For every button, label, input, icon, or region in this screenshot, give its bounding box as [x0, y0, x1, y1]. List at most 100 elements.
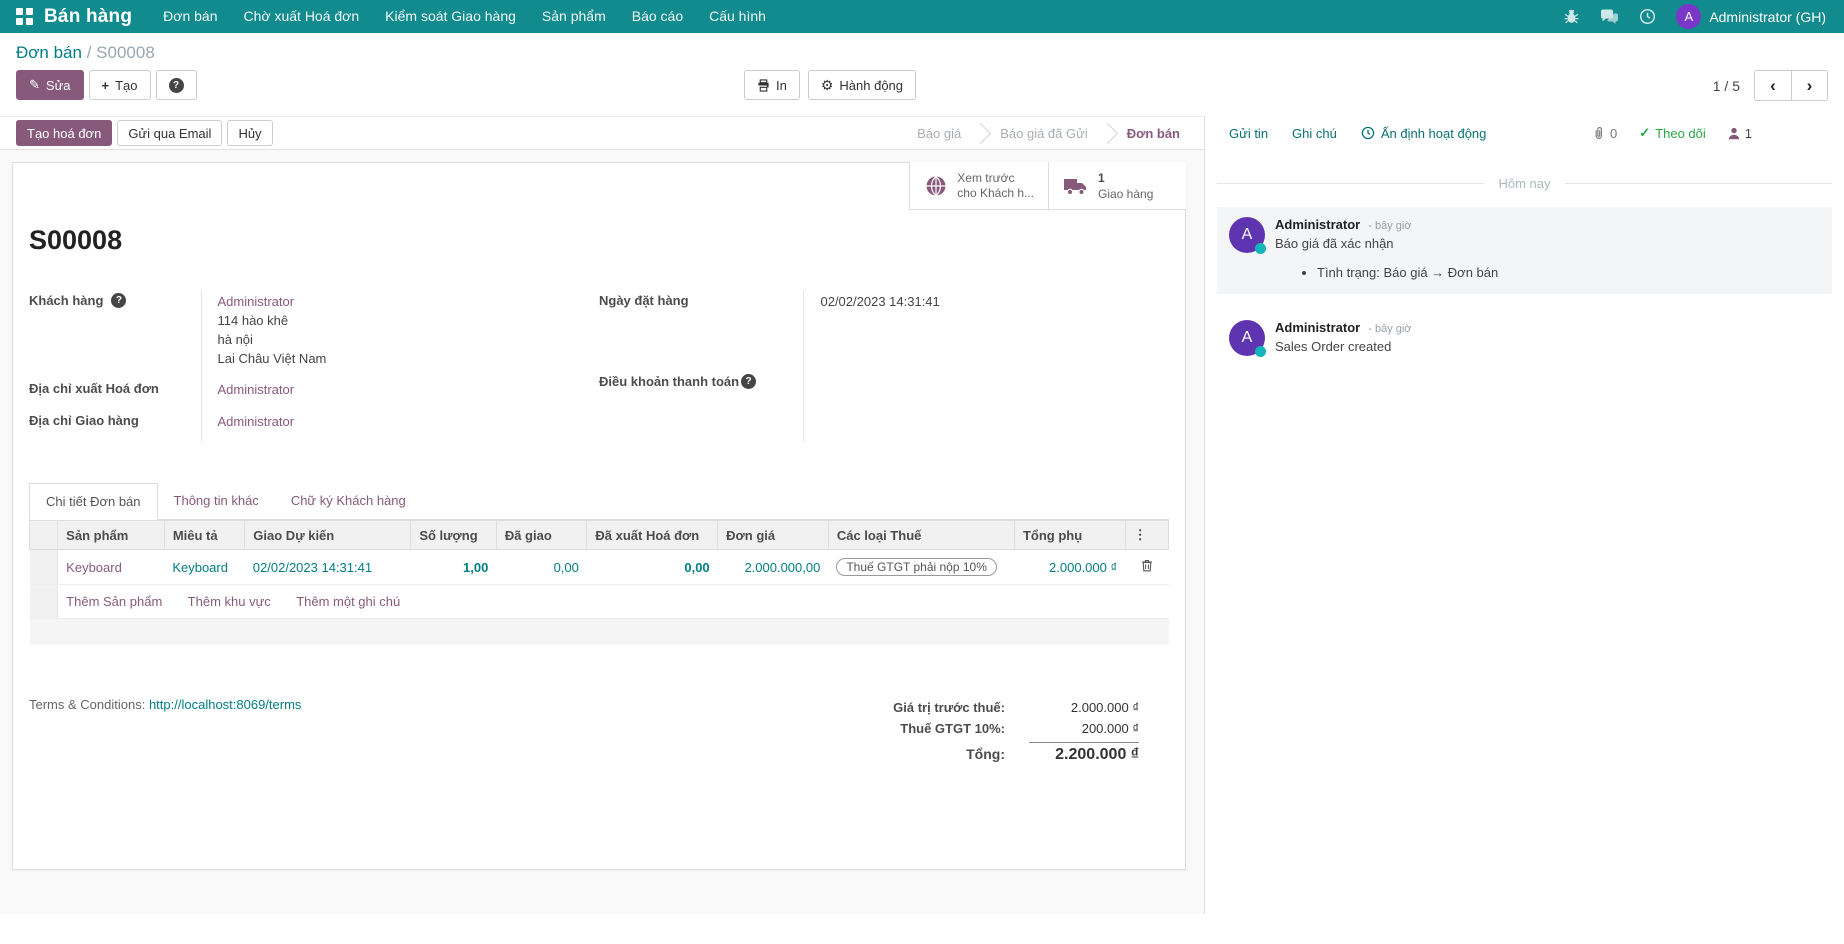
message-body: Sales Order created	[1275, 339, 1392, 354]
schedule-activity-button[interactable]: Ấn định hoạt động	[1361, 125, 1487, 141]
help-question-icon[interactable]: ?	[111, 293, 127, 308]
order-line-row[interactable]: Keyboard Keyboard 02/02/2023 14:31:41 1,…	[29, 549, 1169, 586]
col-header-subtotal[interactable]: Tổng phụ	[1014, 520, 1126, 551]
debug-bug-icon[interactable]	[1563, 8, 1580, 25]
attachments-button[interactable]: 0	[1592, 126, 1617, 141]
followers-button[interactable]: 1	[1728, 126, 1752, 141]
nav-item-san-pham[interactable]: Sản phẩm	[529, 0, 619, 33]
nav-item-don-ban[interactable]: Đơn bán	[150, 0, 230, 33]
delivery-smart-button[interactable]: 1 Giao hàng	[1048, 162, 1186, 210]
cell-description[interactable]: Keyboard	[164, 549, 245, 586]
stage-don-ban-active[interactable]: Đơn bán	[1111, 126, 1196, 141]
schedule-activity-label: Ấn định hoạt động	[1380, 125, 1487, 141]
empty-table-row	[29, 618, 1169, 645]
tab-order-lines[interactable]: Chi tiết Đơn bán	[29, 483, 158, 521]
send-message-button[interactable]: Gửi tin	[1229, 126, 1268, 141]
stage-bao-gia[interactable]: Báo giá	[901, 126, 977, 141]
chevron-right-icon: ›	[1806, 75, 1813, 95]
breadcrumb-parent[interactable]: Đơn bán	[16, 43, 82, 62]
online-status-dot	[1255, 346, 1266, 357]
cell-expected-date[interactable]: 02/02/2023 14:31:41	[244, 549, 411, 586]
attachments-count: 0	[1610, 125, 1618, 141]
tab-other-info[interactable]: Thông tin khác	[158, 483, 275, 520]
chevron-left-icon: ‹	[1770, 75, 1776, 95]
action-menu-button[interactable]: ⚙ Hành động	[807, 70, 917, 100]
truck-icon	[1063, 176, 1089, 196]
message-thread: Hôm nay A Administrator - bây giờ Báo gi…	[1205, 150, 1844, 366]
customer-value-link[interactable]: Administrator	[218, 293, 554, 312]
print-menu-button[interactable]: In	[744, 70, 800, 100]
col-header-taxes[interactable]: Các loại Thuế	[828, 520, 1015, 551]
nav-item-bao-cao[interactable]: Báo cáo	[619, 0, 696, 33]
add-note-link[interactable]: Thêm một ghi chú	[296, 594, 400, 609]
add-section-link[interactable]: Thêm khu vực	[188, 594, 271, 609]
payment-terms-value[interactable]	[803, 370, 1169, 443]
col-header-description[interactable]: Miêu tả	[164, 520, 246, 551]
terms-link[interactable]: http://localhost:8069/terms	[149, 697, 301, 712]
col-header-expected-date[interactable]: Giao Dự kiến	[244, 520, 412, 551]
optional-columns-icon[interactable]: ⋮	[1125, 520, 1170, 551]
cancel-button[interactable]: Hủy	[227, 120, 273, 146]
drag-handle[interactable]	[29, 549, 59, 586]
help-button[interactable]: ?	[155, 70, 197, 100]
col-header-unit-price[interactable]: Đơn giá	[717, 520, 829, 551]
edit-button[interactable]: ✎ Sửa	[16, 70, 84, 100]
gear-icon: ⚙	[820, 76, 834, 93]
tracking-value: Tình trạng: Báo giá → Đơn bán	[1317, 265, 1820, 280]
handle-cell-empty	[29, 584, 59, 620]
stage-pipeline: Báo giá Báo giá đã Gửi Đơn bán	[901, 122, 1196, 144]
apps-menu-icon[interactable]	[16, 7, 34, 26]
delivery-address-value-link[interactable]: Administrator	[218, 413, 554, 432]
cell-delivered[interactable]: 0,00	[496, 549, 587, 586]
following-label: Theo dõi	[1655, 125, 1706, 141]
messages-icon[interactable]	[1600, 8, 1619, 25]
cell-invoiced[interactable]: 0,00	[586, 549, 718, 586]
cell-subtotal[interactable]: 2.000.000 ₫	[1014, 549, 1126, 586]
message-author[interactable]: Administrator	[1275, 217, 1360, 232]
app-brand[interactable]: Bán hàng	[44, 6, 132, 28]
nav-item-kiem-soat-giao-hang[interactable]: Kiểm soát Giao hàng	[372, 0, 529, 33]
following-button[interactable]: ✓ Theo dõi	[1639, 125, 1706, 141]
create-button-label: Tạo	[115, 77, 138, 93]
create-button[interactable]: + Tạo	[88, 70, 151, 100]
cell-unit-price[interactable]: 2.000.000,00	[717, 549, 829, 586]
message-item: A Administrator - bây giờ Sales Order cr…	[1217, 310, 1832, 366]
create-invoice-button[interactable]: Tạo hoá đơn	[16, 120, 113, 146]
globe-icon	[924, 174, 948, 198]
col-header-delivered[interactable]: Đã giao	[496, 520, 588, 551]
top-navbar: Bán hàng Đơn bán Chờ xuất Hoá đơn Kiểm s…	[0, 0, 1844, 33]
delete-line-button[interactable]	[1125, 549, 1169, 586]
message-avatar[interactable]: A	[1229, 217, 1266, 254]
col-header-invoiced[interactable]: Đã xuất Hoá đơn	[586, 520, 719, 551]
add-product-link[interactable]: Thêm Sản phẩm	[66, 594, 162, 609]
question-circle-icon: ?	[168, 77, 184, 93]
user-menu[interactable]: A Administrator (GH)	[1676, 4, 1826, 29]
customer-preview-button[interactable]: Xem trước cho Khách h...	[909, 162, 1048, 210]
delivery-address-label: Địa chỉ Giao hàng	[29, 413, 139, 429]
pager-next-button[interactable]: ›	[1791, 70, 1828, 101]
tab-customer-signature[interactable]: Chữ ký Khách hàng	[275, 483, 422, 520]
delivery-label: Giao hàng	[1098, 186, 1154, 201]
user-avatar: A	[1676, 4, 1702, 29]
pager-previous-button[interactable]: ‹	[1754, 70, 1791, 101]
help-question-icon[interactable]: ?	[741, 373, 757, 389]
activities-clock-icon[interactable]	[1639, 8, 1656, 25]
col-header-product[interactable]: Sản phẩm	[57, 520, 165, 551]
invoice-address-value-link[interactable]: Administrator	[218, 381, 554, 400]
send-by-email-button[interactable]: Gửi qua Email	[117, 120, 223, 146]
stage-bao-gia-da-gui[interactable]: Báo giá đã Gửi	[984, 126, 1103, 141]
col-header-quantity[interactable]: Số lượng	[410, 520, 497, 551]
message-avatar[interactable]: A	[1229, 320, 1266, 357]
control-panel: Đơn bán / S00008 ✎ Sửa + Tạo ? In ⚙ Hành…	[0, 33, 1844, 116]
message-author[interactable]: Administrator	[1275, 320, 1360, 335]
cell-taxes[interactable]: Thuế GTGT phải nộp 10%	[828, 549, 1015, 586]
nav-item-cau-hinh[interactable]: Cấu hình	[696, 0, 779, 33]
breadcrumb-separator: /	[86, 43, 92, 62]
tax-tag[interactable]: Thuế GTGT phải nộp 10%	[836, 558, 997, 577]
untaxed-amount-label: Giá trị trước thuế:	[893, 699, 1005, 715]
nav-item-cho-xuat-hoa-don[interactable]: Chờ xuất Hoá đơn	[231, 0, 373, 33]
cell-product[interactable]: Keyboard	[57, 549, 165, 586]
log-note-button[interactable]: Ghi chú	[1292, 126, 1337, 141]
cell-quantity[interactable]: 1,00	[410, 549, 497, 586]
handle-column-header	[28, 520, 59, 551]
